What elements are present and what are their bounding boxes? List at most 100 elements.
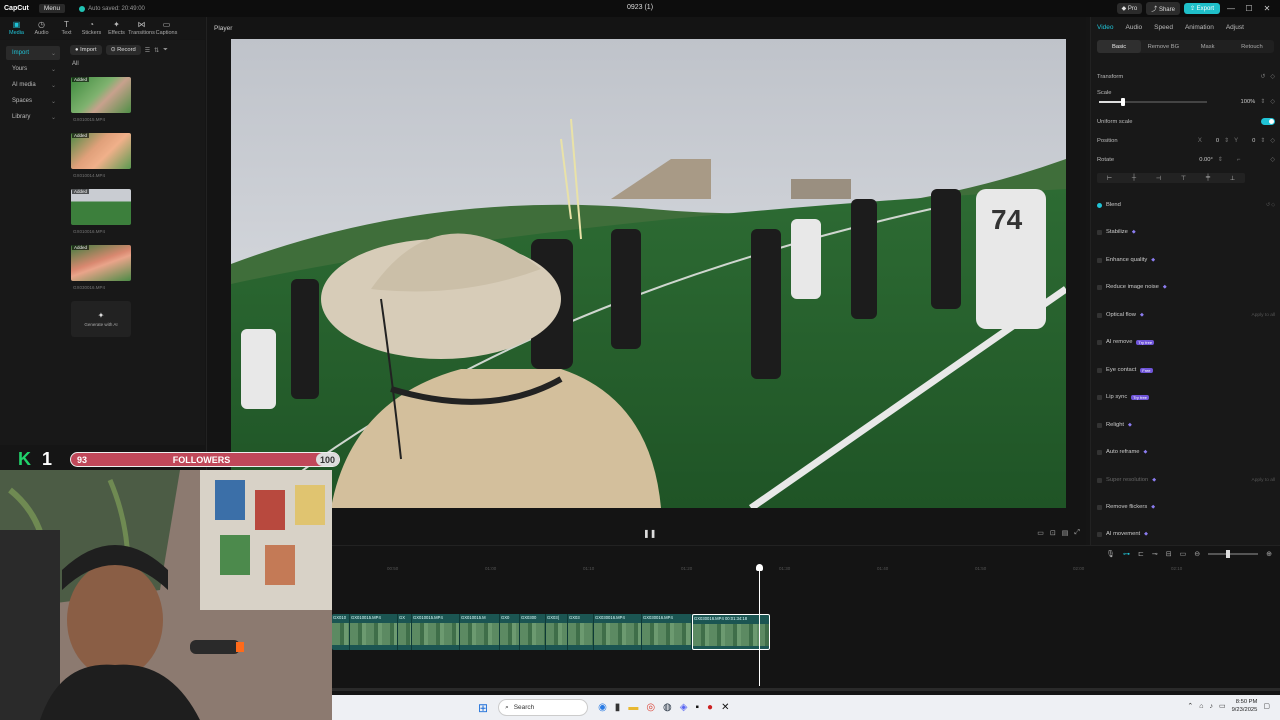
terminal-icon[interactable]: ▪ bbox=[695, 702, 699, 713]
video-preview[interactable]: 74 bbox=[231, 39, 1066, 508]
task-view-icon[interactable]: ▮ bbox=[615, 702, 621, 713]
chrome-icon[interactable]: ◎ bbox=[646, 702, 655, 713]
minimize-button[interactable]: — bbox=[1224, 4, 1238, 13]
sidenav-item-ai-media[interactable]: AI media ⌄ bbox=[6, 78, 60, 92]
timeline-ruler[interactable]: 00:50 01:00 01:10 01:20 01:30 01:40 01:5… bbox=[332, 564, 1280, 574]
preview-axis-icon[interactable]: ▭ bbox=[1180, 550, 1187, 558]
flip-icon[interactable]: ⌐ bbox=[1237, 157, 1241, 163]
split-icon[interactable]: ⊟ bbox=[1166, 550, 1172, 558]
tab-text[interactable]: T Text bbox=[54, 17, 79, 39]
fullscreen-icon[interactable]: ⤢ bbox=[1074, 529, 1080, 537]
clock[interactable]: 8:50 PM 9/23/2025 bbox=[1232, 698, 1258, 714]
feature-auto-reframe[interactable]: Auto reframe ◆ bbox=[1097, 449, 1275, 455]
quality-icon[interactable]: ▭ bbox=[1037, 529, 1044, 537]
checkbox[interactable] bbox=[1097, 422, 1102, 428]
keyframe-icon[interactable]: ◇ bbox=[1270, 156, 1275, 163]
checkbox[interactable] bbox=[1097, 284, 1102, 290]
auto-snap-icon[interactable]: ⊏ bbox=[1138, 550, 1144, 558]
windows-start-icon[interactable]: ⊞ bbox=[478, 701, 488, 715]
ratio-icon[interactable]: ▤ bbox=[1062, 529, 1069, 537]
tab-audio[interactable]: ◷ Audio bbox=[29, 17, 54, 39]
menu-button[interactable]: Menu bbox=[38, 4, 66, 13]
sort-icon[interactable]: ⇅ bbox=[154, 47, 159, 54]
feature-optical-flow[interactable]: Optical flow ◆ Apply to all bbox=[1097, 312, 1275, 318]
share-button[interactable]: ⤴ Share bbox=[1146, 2, 1180, 15]
timeline-clip[interactable]: GX03( bbox=[546, 614, 568, 650]
filter-icon[interactable]: ⏷ bbox=[163, 47, 168, 54]
list-view-icon[interactable]: ☰ bbox=[145, 47, 150, 54]
main-track-magnet-icon[interactable]: ⊶ bbox=[1123, 550, 1130, 558]
timeline-scrollbar[interactable] bbox=[332, 688, 1280, 691]
checkbox[interactable] bbox=[1097, 477, 1102, 483]
keyframe-icon[interactable]: ◇ bbox=[1270, 73, 1275, 80]
feature-eye-contact[interactable]: Eye contact Free bbox=[1097, 367, 1275, 373]
battery-icon[interactable]: ▭ bbox=[1219, 702, 1226, 710]
focus-icon[interactable]: ⊡ bbox=[1050, 529, 1056, 537]
pro-button[interactable]: ◆ Pro bbox=[1116, 3, 1143, 14]
subtab-retouch[interactable]: Retouch bbox=[1230, 40, 1274, 53]
pause-icon[interactable]: ❚❚ bbox=[643, 529, 656, 538]
keyframe-icon[interactable]: ◇ bbox=[1270, 98, 1275, 105]
steam-icon[interactable]: ◍ bbox=[663, 702, 672, 713]
chevron-up-icon[interactable]: ⌃ bbox=[1187, 702, 1193, 710]
tab-video[interactable]: Video bbox=[1097, 24, 1114, 31]
zoom-in-icon[interactable]: ⊕ bbox=[1266, 550, 1272, 558]
import-button[interactable]: ● Import bbox=[70, 45, 102, 55]
playhead[interactable] bbox=[756, 564, 763, 686]
media-thumbnail[interactable]: Added bbox=[71, 189, 131, 225]
align-left-icon[interactable]: ⊢ bbox=[1107, 175, 1112, 182]
timeline-clip[interactable]: GX0 bbox=[500, 614, 520, 650]
subtab-mask[interactable]: Mask bbox=[1186, 40, 1230, 53]
volume-icon[interactable]: ♪ bbox=[1209, 703, 1213, 710]
apply-to-all-button[interactable]: Apply to all bbox=[1252, 313, 1275, 318]
tab-media[interactable]: ▣ Media bbox=[4, 17, 29, 39]
checkbox[interactable] bbox=[1097, 394, 1102, 400]
tab-effects[interactable]: ✦ Effects bbox=[104, 17, 129, 39]
maximize-button[interactable]: ☐ bbox=[1242, 4, 1256, 13]
checkbox[interactable] bbox=[1097, 339, 1102, 345]
checkbox[interactable] bbox=[1097, 449, 1102, 455]
stepper-icon[interactable]: ⇕ bbox=[1218, 156, 1223, 163]
align-top-icon[interactable]: ⊤ bbox=[1181, 175, 1186, 182]
subtab-basic[interactable]: Basic bbox=[1097, 40, 1142, 53]
blend-checkbox[interactable] bbox=[1097, 202, 1102, 208]
media-thumbnail[interactable]: Added bbox=[71, 77, 131, 113]
obs-icon[interactable]: ● bbox=[707, 702, 713, 713]
generate-with-ai-button[interactable]: ✦ Generate with AI bbox=[71, 301, 131, 337]
tab-audio-props[interactable]: Audio bbox=[1126, 24, 1143, 31]
timeline-clip[interactable]: GX010 bbox=[332, 614, 350, 650]
tab-stickers[interactable]: ◔ Stickers bbox=[79, 17, 104, 39]
feature-ai-remove[interactable]: AI remove Try free bbox=[1097, 339, 1275, 345]
reset-icon[interactable]: ↺ bbox=[1260, 73, 1265, 80]
timeline-clip[interactable]: GX bbox=[398, 614, 412, 650]
microphone-icon[interactable]: 🎙 bbox=[1106, 550, 1115, 558]
tab-adjust[interactable]: Adjust bbox=[1226, 24, 1244, 31]
blend-section[interactable]: Blend ↺ ◇ bbox=[1097, 202, 1275, 208]
sidenav-item-yours[interactable]: Yours ⌄ bbox=[6, 62, 60, 76]
feature-lip-sync[interactable]: Lip sync Try free bbox=[1097, 394, 1275, 400]
tab-animation[interactable]: Animation bbox=[1185, 24, 1214, 31]
zoom-out-icon[interactable]: ⊖ bbox=[1194, 550, 1200, 558]
position-x-input[interactable]: 0 bbox=[1216, 138, 1219, 144]
checkbox[interactable] bbox=[1097, 367, 1102, 373]
discord-icon[interactable]: ◈ bbox=[680, 702, 688, 713]
apply-to-all-button[interactable]: Apply to all bbox=[1252, 478, 1275, 483]
checkbox[interactable] bbox=[1097, 257, 1102, 263]
tab-speed[interactable]: Speed bbox=[1154, 24, 1173, 31]
feature-remove-flickers[interactable]: Remove flickers ◆ bbox=[1097, 504, 1275, 510]
close-button[interactable]: ✕ bbox=[1260, 4, 1274, 13]
timeline-clip[interactable]: GX010015.MP4 bbox=[412, 614, 460, 650]
copilot-icon[interactable]: ◉ bbox=[598, 702, 607, 713]
sidenav-item-spaces[interactable]: Spaces ⌄ bbox=[6, 94, 60, 108]
feature-stabilize[interactable]: Stabilize ◆ bbox=[1097, 229, 1275, 235]
export-button[interactable]: ⇪ Export bbox=[1183, 3, 1220, 14]
subtab-remove-bg[interactable]: Remove BG bbox=[1141, 40, 1185, 53]
sidenav-item-import[interactable]: Import ⌄ bbox=[6, 46, 60, 60]
timeline-clip[interactable]: GX010015.MP4 bbox=[350, 614, 398, 650]
stepper-icon[interactable]: ⇕ bbox=[1260, 98, 1265, 105]
all-filter[interactable]: All bbox=[64, 60, 205, 68]
record-button[interactable]: ⊙ Record bbox=[105, 45, 141, 55]
linkage-icon[interactable]: ⊸ bbox=[1152, 550, 1158, 558]
capcut-taskbar-icon[interactable]: ✕ bbox=[721, 702, 729, 713]
network-icon[interactable]: ⌂ bbox=[1199, 703, 1203, 710]
